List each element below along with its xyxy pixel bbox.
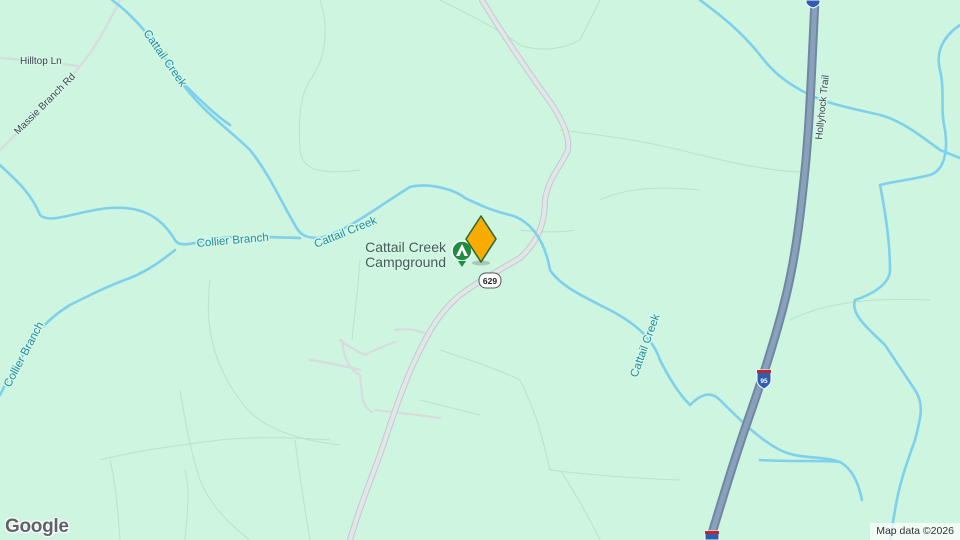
campground-name-line1: Cattail Creek xyxy=(365,239,447,255)
interstate-shield-95-south xyxy=(704,530,720,540)
road-label-hilltop-ln: Hilltop Ln xyxy=(20,56,62,67)
map-canvas[interactable]: Hilltop Ln Massie Branch Rd Hollyhock Tr… xyxy=(0,0,960,540)
svg-text:95: 95 xyxy=(760,378,768,385)
route-shield-629: 629 xyxy=(478,272,502,289)
google-logo: Google xyxy=(5,516,69,537)
campground-name-line2: Campground xyxy=(365,254,446,270)
map-attribution[interactable]: Map data ©2026 xyxy=(870,523,960,540)
svg-text:629: 629 xyxy=(483,276,497,286)
